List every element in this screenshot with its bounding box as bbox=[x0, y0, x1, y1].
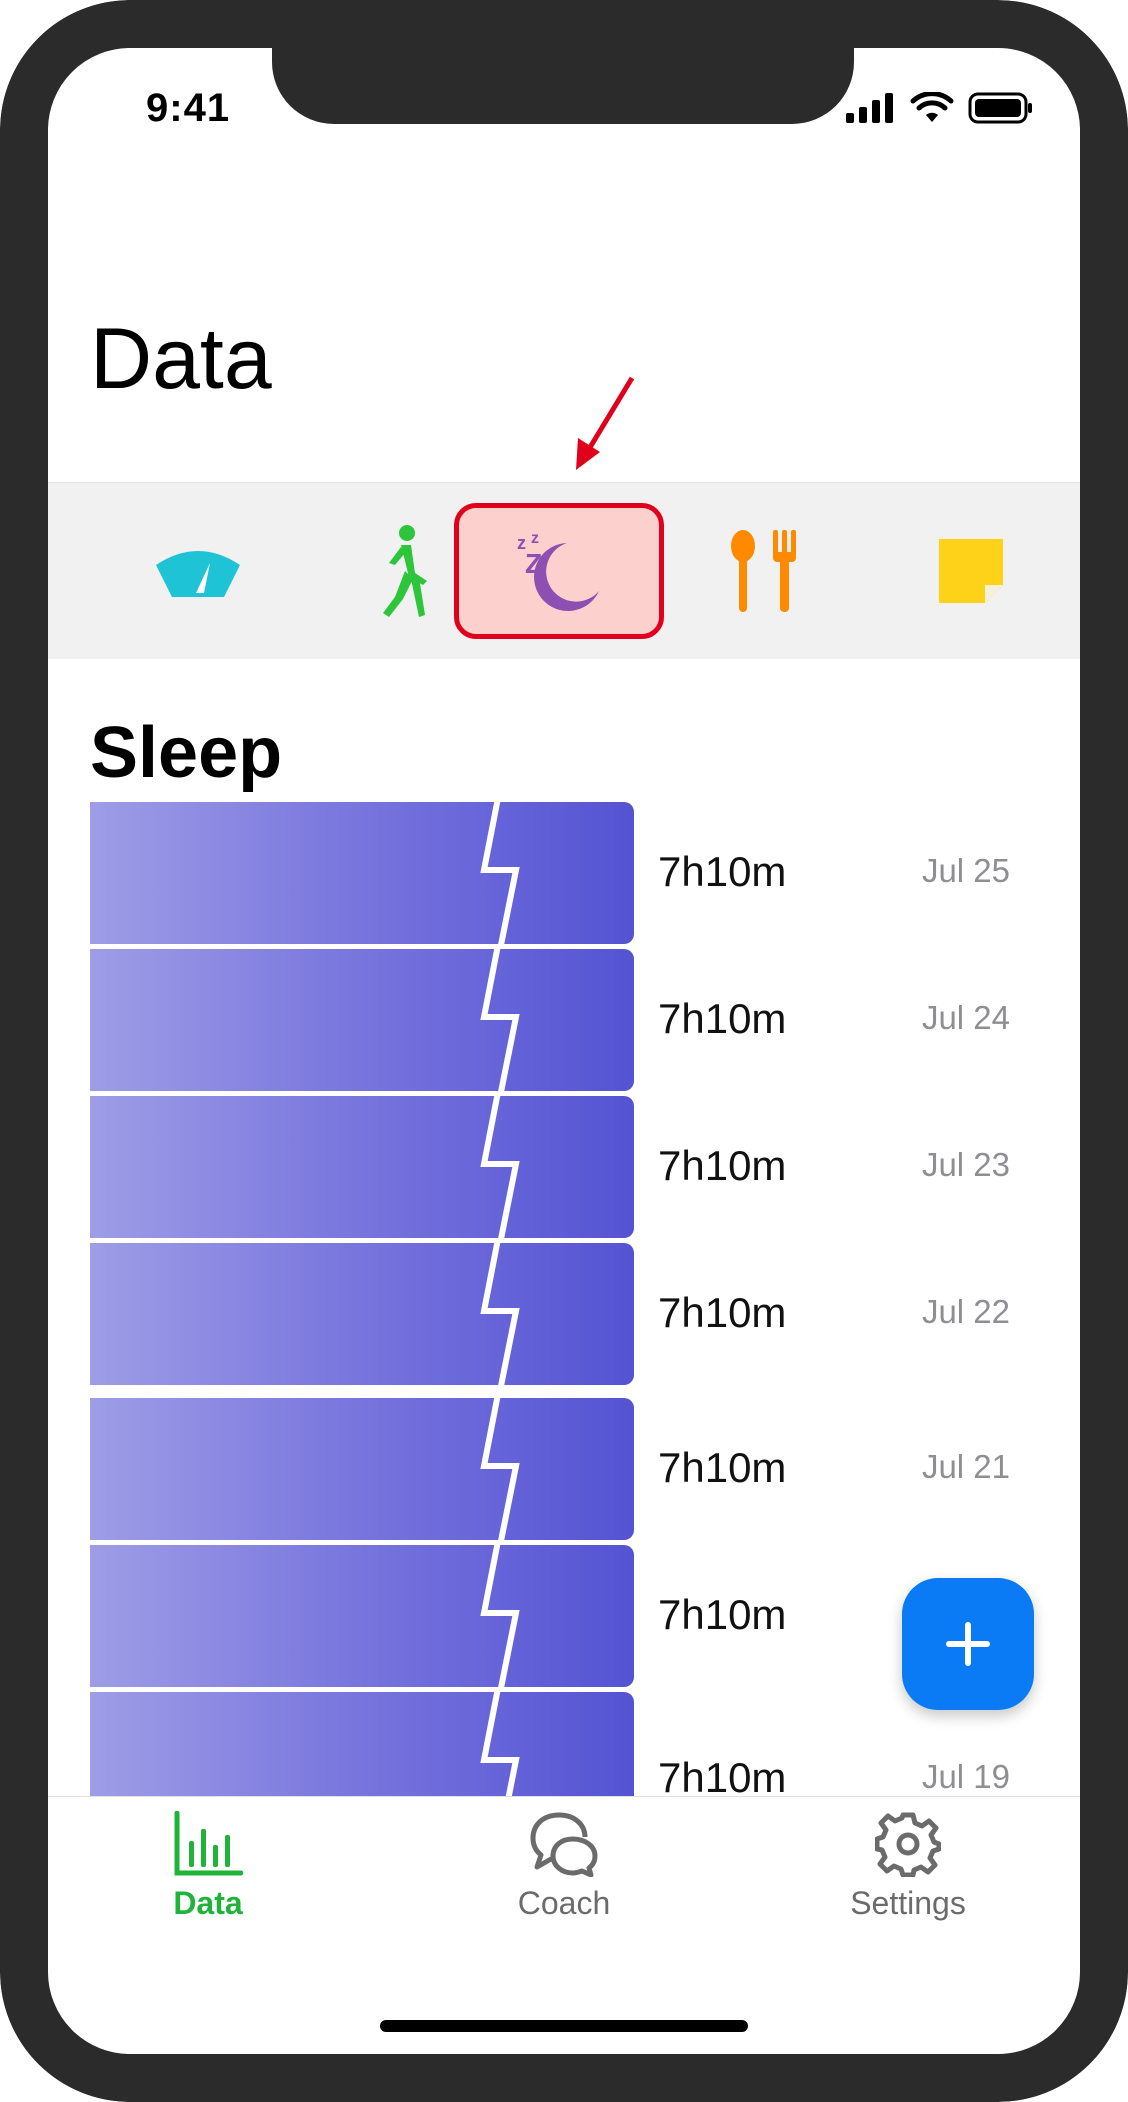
sleep-date: Jul 25 bbox=[921, 852, 1010, 889]
wifi-icon bbox=[910, 92, 954, 122]
sleep-duration: 7h10m bbox=[658, 1444, 787, 1491]
sleep-duration: 7h10m bbox=[658, 1289, 787, 1336]
svg-text:z: z bbox=[531, 530, 539, 547]
sleep-row[interactable]: 7h10m Jul 23 bbox=[90, 1092, 1010, 1244]
category-selector: z z Z bbox=[48, 482, 1080, 659]
category-weight-button[interactable] bbox=[93, 503, 303, 639]
tab-settings-label: Settings bbox=[850, 1885, 966, 1921]
battery-icon bbox=[968, 92, 1032, 124]
sleep-duration-bar bbox=[90, 1688, 634, 1796]
annotation-arrow-icon bbox=[576, 376, 635, 470]
home-indicator bbox=[380, 2020, 748, 2032]
device-notch bbox=[272, 0, 854, 124]
sleep-date: Jul 24 bbox=[921, 999, 1010, 1036]
tab-data[interactable]: Data bbox=[88, 1811, 328, 1941]
svg-text:Z: Z bbox=[525, 548, 542, 579]
sleep-duration-bar bbox=[90, 802, 634, 950]
status-icons bbox=[846, 92, 1034, 124]
category-sleep-button[interactable]: z z Z bbox=[454, 503, 664, 639]
sleep-duration-bar bbox=[90, 1541, 634, 1693]
sleep-row[interactable]: 7h10m Jul 22 bbox=[90, 1239, 1010, 1391]
tab-coach[interactable]: Coach bbox=[444, 1811, 684, 1941]
add-entry-button[interactable] bbox=[902, 1578, 1034, 1710]
tab-bar: Data Coach Settings bbox=[48, 1796, 1080, 2055]
tab-coach-label: Coach bbox=[517, 1885, 611, 1921]
sleep-duration: 7h10m bbox=[658, 1754, 787, 1796]
sleep-duration-bar bbox=[90, 1239, 634, 1391]
cellular-signal-icon bbox=[846, 93, 893, 123]
sleep-row[interactable]: 7h10m bbox=[90, 1541, 1010, 1693]
sleep-duration: 7h10m bbox=[658, 1142, 787, 1189]
phone-screen: 9:41 Data z z Z Sleep 7h10m Jul 25 7h10m… bbox=[0, 0, 1128, 2102]
sleep-moon-icon: z z Z bbox=[517, 530, 599, 611]
sleep-row[interactable]: 7h10m Jul 19 bbox=[90, 1688, 1010, 1796]
sleep-list: 7h10m Jul 25 7h10m Jul 24 7h10m Jul 23 7… bbox=[90, 802, 1010, 1796]
fork-spoon-icon bbox=[731, 530, 796, 612]
gear-icon bbox=[875, 1812, 941, 1877]
sleep-date: Jul 23 bbox=[921, 1146, 1010, 1183]
sleep-date: Jul 21 bbox=[921, 1448, 1010, 1485]
scale-icon bbox=[156, 551, 240, 597]
tab-data-label: Data bbox=[173, 1885, 243, 1921]
tab-settings[interactable]: Settings bbox=[788, 1811, 1028, 1941]
status-time: 9:41 bbox=[146, 86, 231, 130]
category-notes-button[interactable] bbox=[866, 503, 1076, 639]
walking-icon bbox=[383, 525, 427, 617]
chat-bubbles-icon bbox=[530, 1812, 598, 1877]
sleep-duration-bar bbox=[90, 1394, 634, 1546]
sleep-date: Jul 19 bbox=[921, 1758, 1010, 1795]
bar-chart-icon bbox=[174, 1811, 243, 1876]
category-food-button[interactable] bbox=[660, 503, 870, 639]
sleep-date: Jul 22 bbox=[921, 1293, 1010, 1330]
sleep-row[interactable]: 7h10m Jul 21 bbox=[90, 1394, 1010, 1546]
sleep-duration-bar bbox=[90, 945, 634, 1097]
section-title: Sleep bbox=[90, 713, 283, 793]
sleep-row[interactable]: 7h10m Jul 25 bbox=[90, 802, 1010, 950]
sleep-duration-bar bbox=[90, 1092, 634, 1244]
sleep-duration: 7h10m bbox=[658, 995, 787, 1042]
page-title: Data bbox=[90, 311, 272, 407]
sleep-row[interactable]: 7h10m Jul 24 bbox=[90, 945, 1010, 1097]
sticky-note-icon bbox=[939, 539, 1003, 603]
sleep-duration: 7h10m bbox=[658, 1591, 787, 1638]
plus-icon bbox=[946, 1622, 990, 1666]
sleep-duration: 7h10m bbox=[658, 848, 787, 895]
